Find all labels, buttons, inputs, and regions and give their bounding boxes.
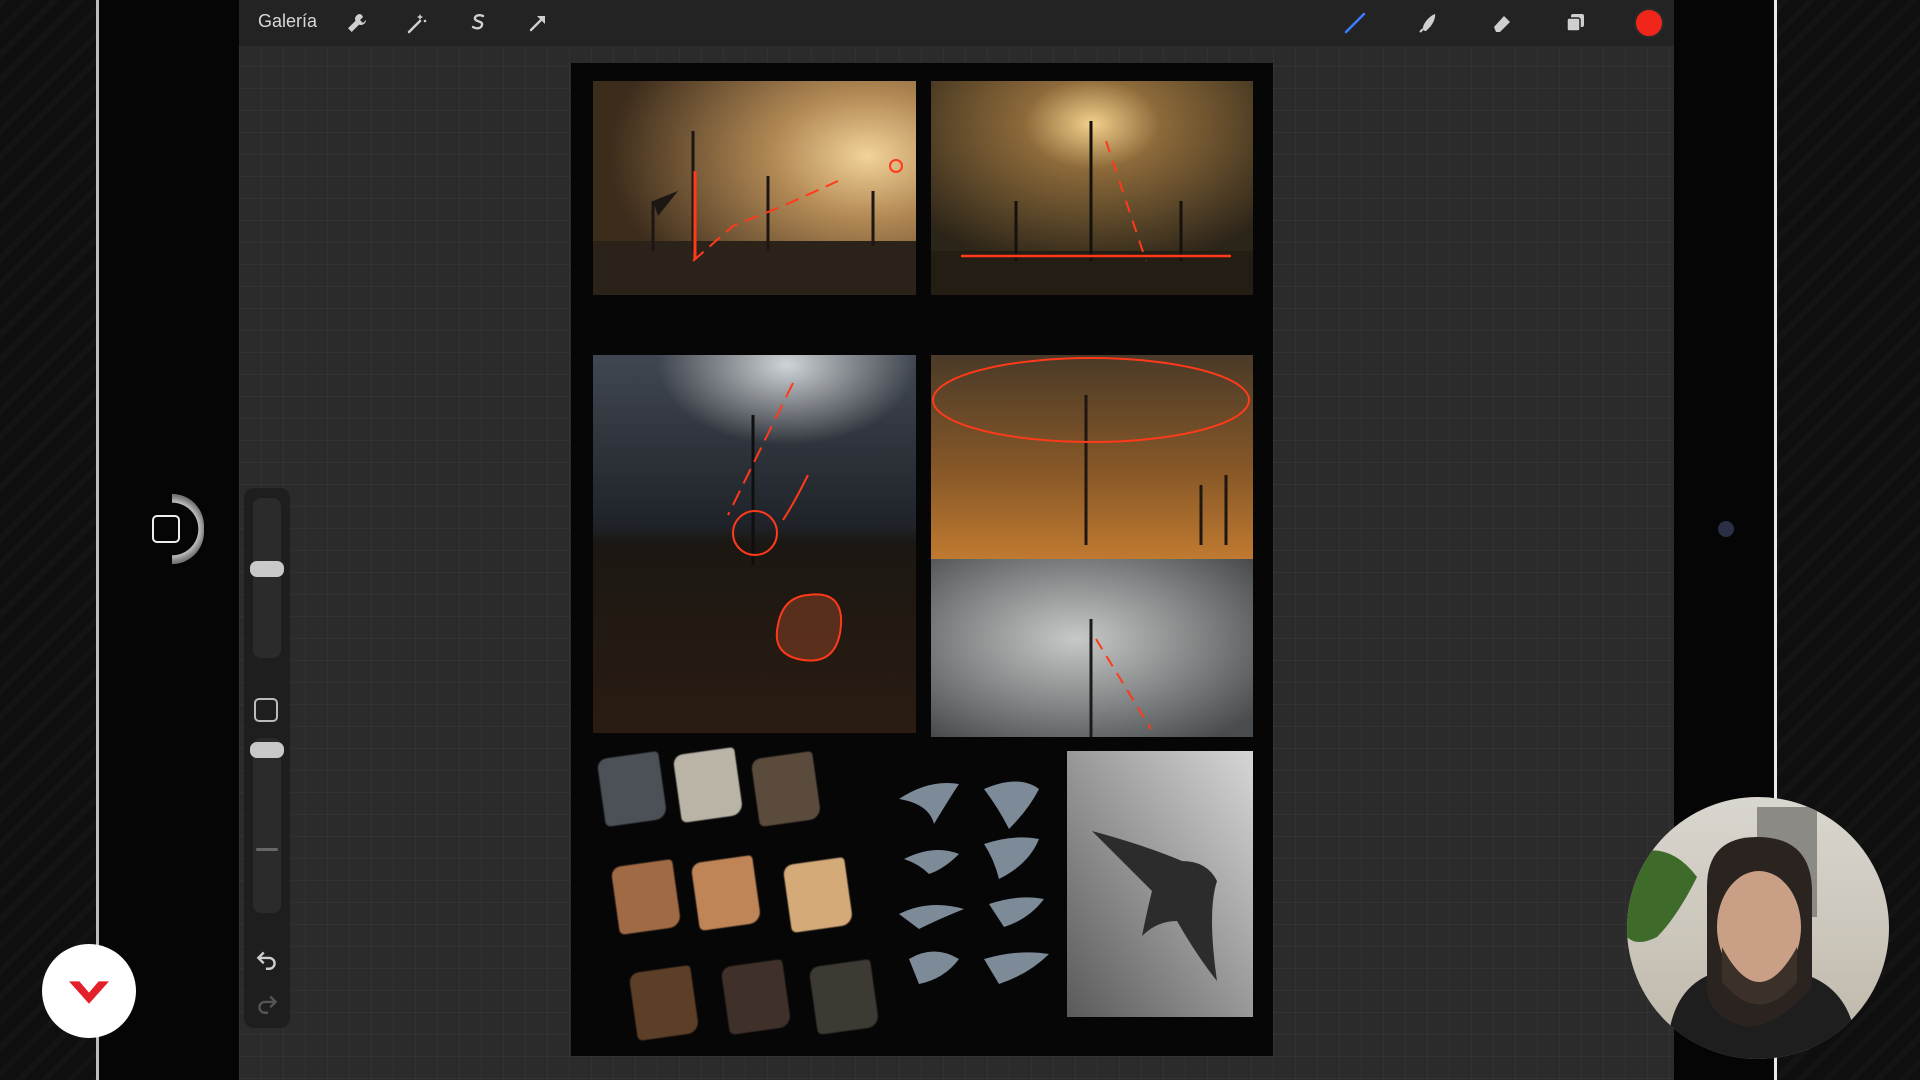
- front-camera-dot: [1718, 521, 1734, 537]
- brush-size-handle[interactable]: [250, 561, 284, 577]
- color-swatch: [720, 959, 792, 1035]
- magic-wand-icon[interactable]: [400, 6, 434, 40]
- brush-size-slider[interactable]: [250, 498, 284, 658]
- opacity-slider[interactable]: [250, 738, 284, 913]
- reference-image-1: [593, 81, 916, 295]
- color-swatch: [628, 965, 700, 1041]
- webcam-overlay: [1627, 797, 1889, 1059]
- color-swatch: [808, 959, 880, 1035]
- undo-icon[interactable]: [254, 946, 280, 972]
- color-swatch: [610, 859, 682, 935]
- color-swatch: [596, 751, 668, 827]
- device-edge-left: [96, 0, 99, 1080]
- gallery-button[interactable]: Galería: [258, 11, 317, 32]
- color-swatch: [690, 855, 762, 931]
- layers-icon[interactable]: [1558, 6, 1592, 40]
- color-picker-button[interactable]: [1634, 8, 1664, 38]
- slider-divider: [256, 848, 278, 851]
- color-swatch: [750, 751, 822, 827]
- brush-icon[interactable]: [1338, 6, 1372, 40]
- reference-image-3: [593, 355, 916, 733]
- wrench-icon[interactable]: [340, 6, 374, 40]
- eraser-icon[interactable]: [1485, 6, 1519, 40]
- manta-silhouettes: [899, 781, 1049, 984]
- sidebar-panel: [244, 488, 290, 1028]
- domestika-logo: [42, 944, 136, 1038]
- reference-image-5: [931, 559, 1253, 737]
- modify-button[interactable]: [254, 698, 278, 722]
- color-swatch: [672, 747, 744, 823]
- home-indicator-square: [152, 515, 180, 543]
- reference-image-4: [931, 355, 1253, 559]
- selection-icon[interactable]: [461, 6, 495, 40]
- artwork-canvas[interactable]: [571, 63, 1273, 1056]
- redo-icon[interactable]: [254, 990, 280, 1016]
- reference-image-2: [931, 81, 1253, 295]
- transform-arrow-icon[interactable]: [521, 6, 555, 40]
- color-swatch: [782, 857, 854, 933]
- manta-ray-photo: [1067, 751, 1253, 1017]
- top-toolbar: [239, 0, 1674, 46]
- smudge-icon[interactable]: [1412, 6, 1446, 40]
- opacity-handle[interactable]: [250, 742, 284, 758]
